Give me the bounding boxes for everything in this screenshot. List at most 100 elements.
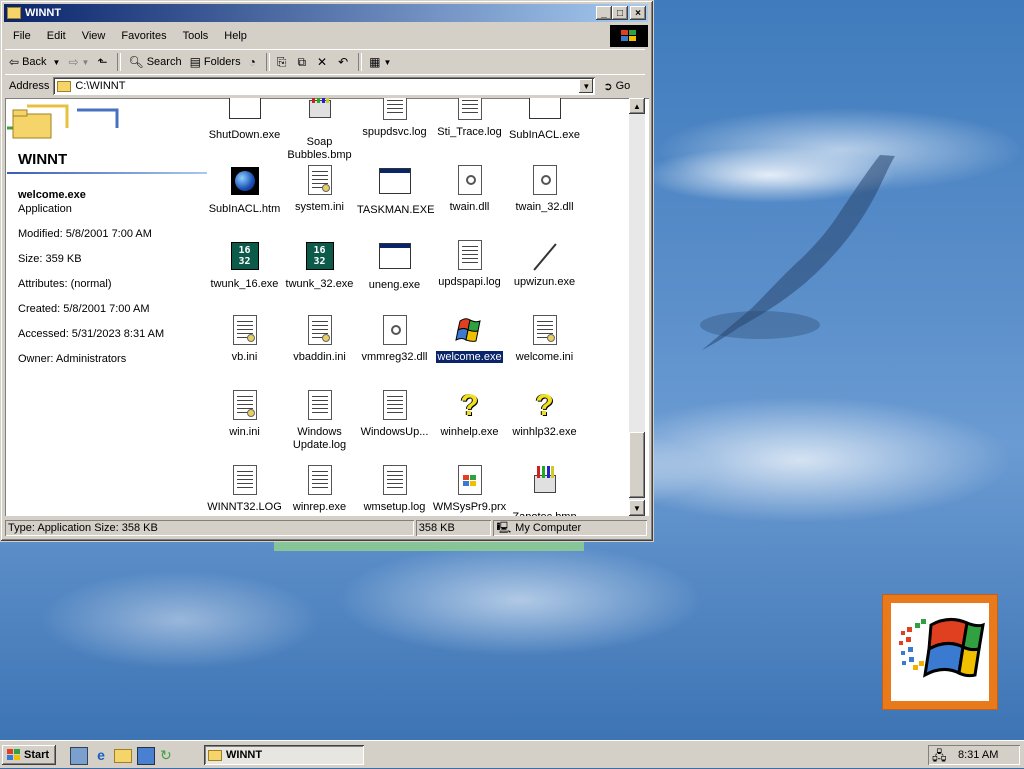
copy-to-button[interactable]: ⧉ [293,51,313,73]
minimize-button[interactable]: _ [596,6,612,20]
file-item[interactable]: vbaddin.ini [282,315,357,364]
file-item[interactable]: Windows Update.log [282,390,357,452]
file-item[interactable]: welcome.exe [432,315,507,364]
file-item[interactable]: system.ini [282,165,357,214]
file-item[interactable]: winrep.exe [282,465,357,514]
clock[interactable]: 8:31 AM [958,749,998,761]
up-folder-button[interactable]: ⬑ [93,51,114,73]
file-item[interactable]: WMSysPr9.prx [432,465,507,514]
go-button[interactable]: ➲ Go [603,80,630,93]
show-desktop-icon[interactable] [70,747,88,765]
delete-button[interactable]: ✕ [313,51,334,73]
file-accessed: Accessed: 5/31/2023 8:31 AM [18,328,165,340]
file-item[interactable]: upwizun.exe [507,240,582,289]
file-item[interactable]: 16 32 twunk_32.exe [282,240,357,291]
config-doc-icon [304,165,336,197]
scroll-down-button[interactable]: ▼ [629,500,645,516]
file-item[interactable]: wmsetup.log [357,465,432,514]
vertical-scrollbar[interactable]: ▲ ▼ [629,98,645,516]
text-doc-icon [229,465,261,497]
folder-view[interactable]: WINNT welcome.exe Application Modified: … [5,98,649,516]
file-item[interactable]: welcome.ini [507,315,582,364]
taskbar-item-winnt[interactable]: WINNT [204,745,364,765]
menu-tools[interactable]: Tools [175,30,217,42]
scroll-thumb[interactable] [629,432,645,498]
start-button[interactable]: Start [2,745,56,765]
file-item[interactable]: ? winhlp32.exe [507,390,582,439]
file-item[interactable]: twain_32.dll [507,165,582,214]
media-player-icon[interactable]: ↻ [160,747,176,763]
close-button[interactable]: × [630,6,646,20]
help-question-icon: ? [535,389,554,422]
file-size: Size: 359 KB [18,253,82,265]
diver-silhouette [700,155,895,350]
folder-title: WINNT [18,151,68,168]
gear-doc-icon [529,165,561,197]
folders-button[interactable]: ▤ Folders [186,51,245,73]
file-item[interactable]: WINNT32.LOG [207,465,282,514]
file-item[interactable]: SubInACL.exe [507,98,582,142]
paint-bucket-icon [529,466,561,507]
back-arrow-icon: ⇦ [9,55,20,69]
windows-flag-icon [7,749,20,760]
scroll-up-button[interactable]: ▲ [629,98,645,114]
explorer-folder-icon[interactable] [114,749,132,763]
quick-launch: e ↻ [70,747,176,765]
address-dropdown-button[interactable]: ▼ [579,79,594,93]
file-label: vmmreg32.dll [361,351,428,363]
file-item[interactable]: uneng.exe [357,240,432,292]
file-label: winhelp.exe [440,426,499,438]
undo-button[interactable]: ↶ [334,51,355,73]
file-item[interactable]: ? winhelp.exe [432,390,507,439]
title-bar[interactable]: WINNT _ □ × [4,4,648,22]
file-item[interactable]: Zapotec.bmp [507,465,582,516]
file-item[interactable]: updspapi.log [432,240,507,289]
file-item[interactable]: Soap Bubbles.bmp [282,98,357,162]
file-label: twain_32.dll [515,201,574,213]
menu-edit[interactable]: Edit [39,30,74,42]
file-label: Soap Bubbles.bmp [287,136,352,161]
explorer-window[interactable]: WINNT _ □ × File Edit View Favorites Too… [0,0,654,542]
folder-graphic-icon [7,104,119,139]
file-item[interactable]: WindowsUp... [357,390,432,439]
file-item[interactable]: spupdsvc.log [357,98,432,139]
menu-file[interactable]: File [5,30,39,42]
paint-bucket-icon [304,98,336,132]
file-modified: Modified: 5/8/2001 7:00 AM [18,228,152,240]
file-item[interactable]: SubInACL.htm [207,165,282,216]
menu-view[interactable]: View [74,30,114,42]
toolbar-separator [117,53,122,71]
file-item[interactable]: twain.dll [432,165,507,214]
file-item[interactable]: win.ini [207,390,282,439]
back-button[interactable]: ⇦ Back ▼ [5,51,64,73]
move-to-button[interactable]: ⎘ [273,51,294,73]
status-zone: 🖳 My Computer [493,520,647,536]
windows-flag-icon [454,315,486,347]
file-attributes: Attributes: (normal) [18,278,112,290]
file-item[interactable]: ShutDown.exe [207,98,282,142]
file-item[interactable]: TASKMAN.EXE [357,165,434,217]
chevron-down-icon: ▼ [383,57,392,67]
forward-button[interactable]: ⇨ ▼ [64,51,93,73]
chevron-down-icon[interactable]: ▼ [53,58,61,67]
outlook-express-icon[interactable] [137,747,155,765]
address-input[interactable]: C:\WINNT ▼ [53,77,596,95]
address-value: C:\WINNT [75,80,126,92]
search-button[interactable]: 🔍︎ Search [124,51,185,73]
maximize-button[interactable]: □ [612,6,628,20]
file-item[interactable]: vb.ini [207,315,282,364]
views-button[interactable]: ▦ ▼ [365,51,395,73]
file-item[interactable]: vmmreg32.dll [357,315,432,364]
report-doc-icon [304,465,336,497]
menu-help[interactable]: Help [216,30,255,42]
selected-file-type: Application [18,203,72,215]
history-button[interactable]: ◔ [245,51,263,73]
taskbar: Start e ↻ WINNT 🖧 8:31 AM [0,740,1024,768]
file-item[interactable]: 16 32 twunk_16.exe [207,240,282,291]
internet-explorer-icon[interactable]: e [93,747,109,763]
menu-favorites[interactable]: Favorites [113,30,174,42]
file-item[interactable]: Sti_Trace.log [432,98,507,139]
file-label: WMSysPr9.prx [432,501,507,513]
network-icon[interactable]: 🖧 [932,747,947,769]
blank-app-icon [528,98,561,125]
